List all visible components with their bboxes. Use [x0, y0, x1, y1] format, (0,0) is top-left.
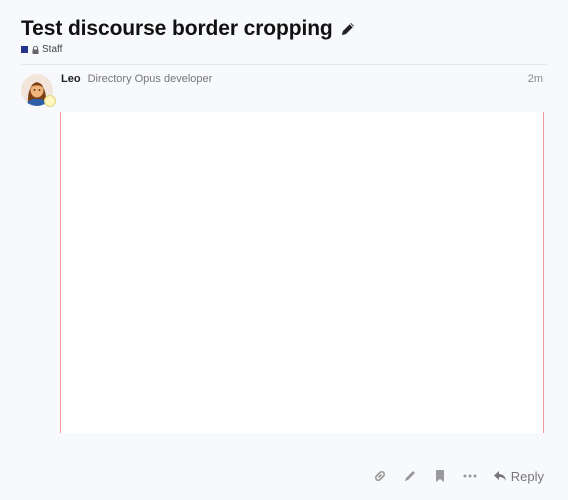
lock-icon: [32, 45, 39, 54]
post-image[interactable]: [60, 112, 544, 433]
user-title: Directory Opus developer: [87, 73, 213, 85]
link-icon[interactable]: [365, 466, 395, 486]
bookmark-icon[interactable]: [425, 466, 455, 486]
post-meta: Leo Directory Opus developer: [61, 73, 212, 85]
ellipsis-icon[interactable]: [455, 466, 485, 486]
category-name: Staff: [42, 44, 63, 55]
post-time[interactable]: 2m: [528, 73, 543, 85]
category-color-swatch: [21, 46, 28, 53]
username[interactable]: Leo: [61, 73, 81, 85]
user-flair-icon: [44, 95, 56, 107]
edit-post-pencil-icon[interactable]: [395, 466, 425, 486]
reply-label: Reply: [510, 468, 544, 484]
pencil-icon[interactable]: [339, 20, 357, 38]
topic-title-row: Test discourse border cropping: [21, 17, 357, 41]
category-badge[interactable]: Staff: [21, 44, 62, 55]
reply-button[interactable]: Reply: [493, 469, 544, 484]
topic-title[interactable]: Test discourse border cropping: [21, 17, 333, 41]
header-divider: [21, 64, 547, 65]
reply-arrow-icon: [493, 471, 506, 481]
post-actions: Reply: [365, 466, 544, 486]
